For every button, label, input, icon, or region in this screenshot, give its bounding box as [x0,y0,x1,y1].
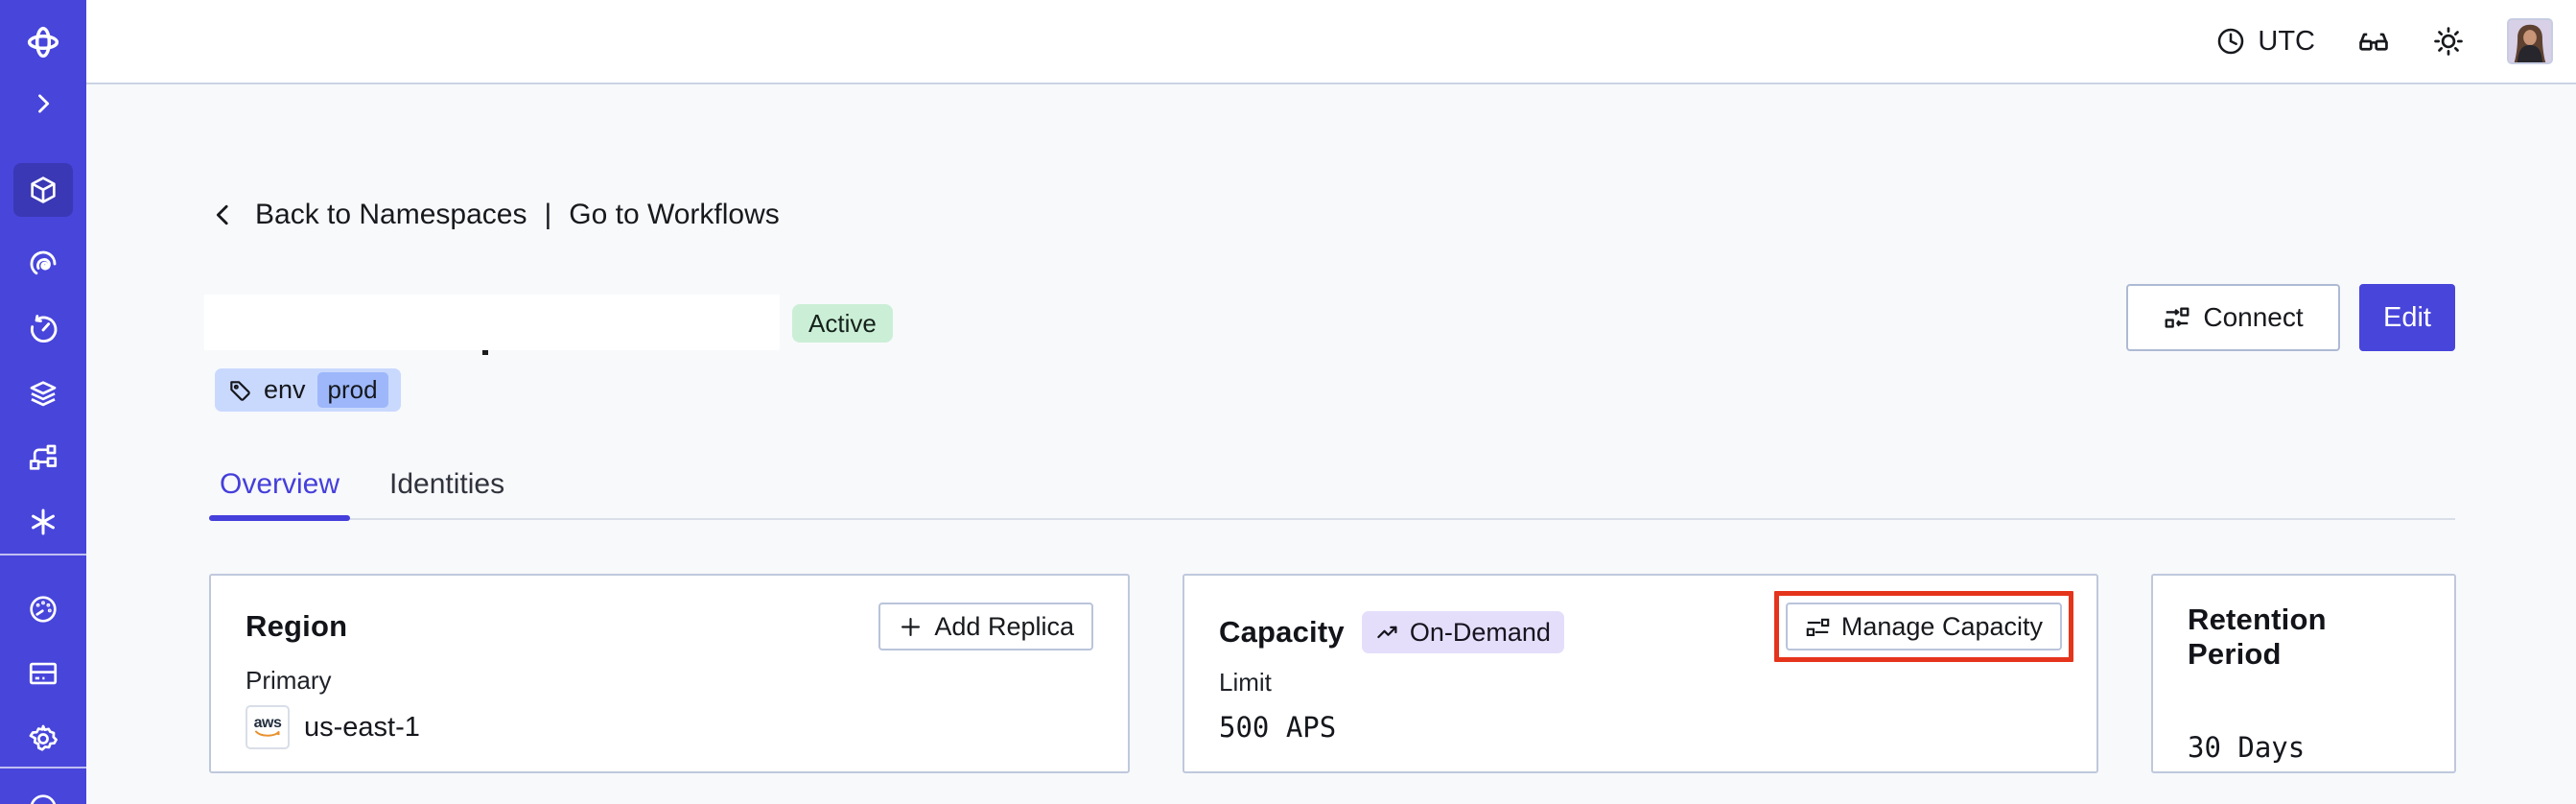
sidebar-item-history[interactable] [0,303,86,357]
timezone-label: UTC [2258,25,2315,57]
trending-up-icon [1377,626,1397,638]
asterisk-icon [32,508,55,535]
sidebar-item-workflow[interactable] [0,431,86,485]
retention-value: 30 Days [2188,731,2306,764]
tag-icon [230,380,250,401]
sun-icon [2434,27,2463,56]
sidebar-item-asterisk[interactable] [0,495,86,549]
sidebar-item-namespaces[interactable] [0,163,86,217]
gauge-icon [30,596,57,623]
capacity-card-title: Capacity [1219,615,1345,649]
tab-overview[interactable]: Overview [209,468,351,521]
aws-logo-icon: aws [246,705,290,749]
sidebar-expand-chevron-icon[interactable] [0,77,86,130]
go-to-workflows-link[interactable]: Go to Workflows [569,199,780,231]
region-value-row: aws us-east-1 [246,705,1093,749]
tab-identities[interactable]: Identities [379,468,515,518]
tag-key: env [264,375,306,404]
tab-bar: Overview Identities [209,468,2455,521]
edit-button-label: Edit [2383,301,2431,333]
sidebar-item-usage[interactable] [0,582,86,636]
workflow-branch-icon [29,444,58,470]
region-card: Region Add Replica Primary aws us-east-1 [209,574,1130,773]
clock-history-icon [30,315,58,343]
capacity-card: Capacity On-Demand Manage Capacity Limit… [1183,574,2098,773]
retention-card-title: Retention Period [2188,603,2327,671]
namespace-preview-toggle[interactable] [2357,25,2390,58]
sidebar-item-partial[interactable] [0,787,86,804]
tag-value-chip: prod [316,372,388,408]
aws-logo-text: aws [253,715,282,731]
manage-capacity-button[interactable]: Manage Capacity [1785,603,2062,650]
back-chevron-icon[interactable] [209,201,238,229]
sidebar-divider [0,767,86,769]
add-replica-label: Add Replica [934,611,1074,641]
theme-toggle[interactable] [2432,25,2465,58]
region-value: us-east-1 [304,711,420,743]
avatar-image [2509,20,2551,62]
sidebar-item-spiral[interactable] [0,237,86,291]
connect-button[interactable]: Connect [2126,284,2340,351]
connect-icon [2165,307,2190,328]
sidebar-item-layers[interactable] [0,367,86,420]
clock-icon [2218,28,2244,55]
sliders-icon [1806,618,1830,636]
env-tag[interactable]: env prod [215,368,401,412]
edit-button[interactable]: Edit [2359,284,2455,351]
billing-card-icon [29,662,58,685]
capacity-value: 500 APS [1219,711,1337,744]
limit-label: Limit [1219,668,1272,697]
gear-icon [29,724,58,751]
region-card-title: Region [246,609,348,643]
breadcrumb-separator: | [544,199,552,230]
topbar: UTC [86,0,2576,84]
connect-button-label: Connect [2203,302,2304,332]
cards-row: Region Add Replica Primary aws us-east-1… [209,574,2456,773]
back-to-namespaces-link[interactable]: Back to Namespaces [255,199,527,231]
sidebar-divider [0,554,86,556]
sidebar-item-settings[interactable] [0,712,86,766]
plus-icon [902,617,921,636]
main-content: Back to Namespaces | Go to Workflows Act… [86,84,2576,804]
user-avatar[interactable] [2507,18,2553,64]
primary-label: Primary [246,666,332,695]
status-badge: Active [792,304,893,343]
temporal-logo-icon[interactable] [0,15,86,69]
glasses-icon [2359,33,2388,51]
breadcrumb: Back to Namespaces | Go to Workflows [209,193,780,237]
timezone-selector[interactable]: UTC [2215,26,2315,58]
retention-card: Retention Period 30 Days [2151,574,2456,773]
sidebar [0,0,86,804]
layers-icon [30,381,57,407]
sidebar-item-billing[interactable] [0,647,86,700]
highlight-box: Manage Capacity [1773,591,2073,662]
namespaces-cube-icon [31,177,56,203]
partial-bottom-icon [30,794,57,804]
manage-capacity-label: Manage Capacity [1840,611,2043,641]
header-actions: Connect Edit [2126,284,2455,351]
namespace-title-redacted [204,295,780,350]
on-demand-badge: On-Demand [1361,611,1564,653]
spiral-icon [30,250,57,275]
on-demand-badge-label: On-Demand [1409,617,1551,647]
add-replica-button[interactable]: Add Replica [878,603,1093,650]
redaction-artifact [482,350,488,355]
aws-smile [255,730,280,737]
